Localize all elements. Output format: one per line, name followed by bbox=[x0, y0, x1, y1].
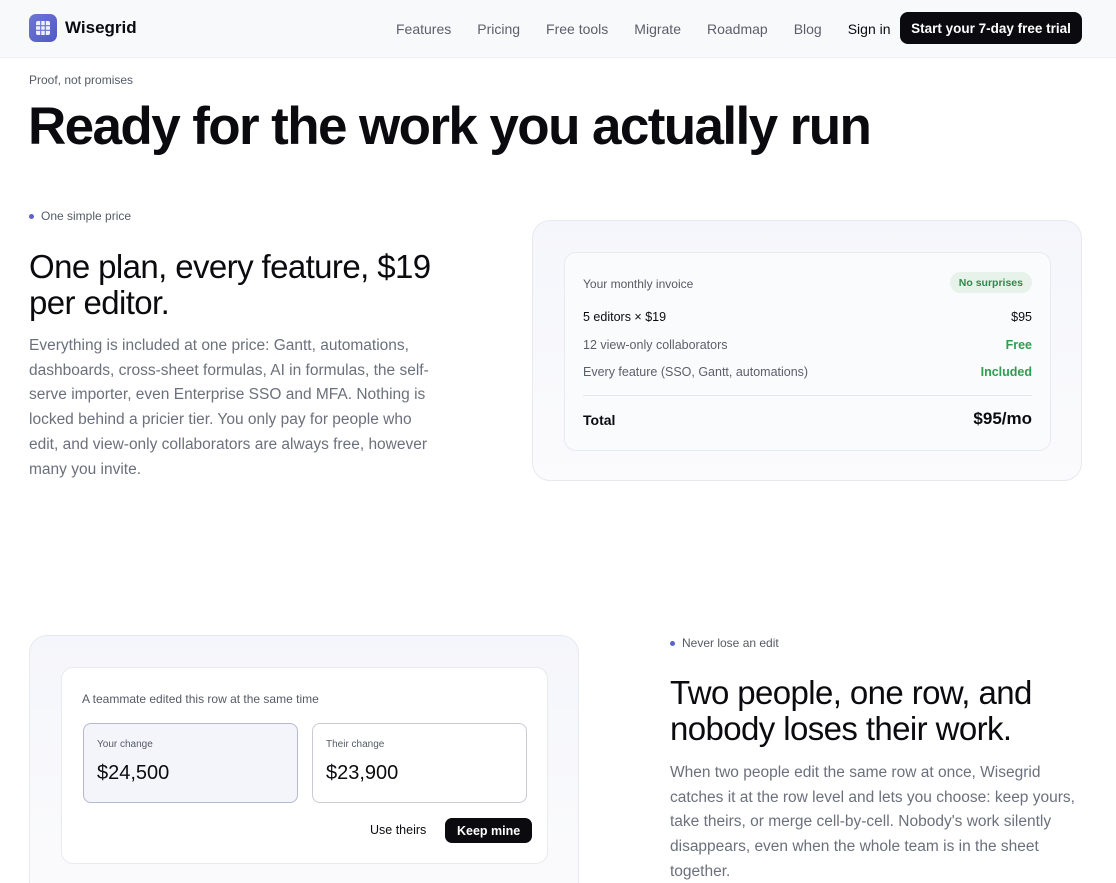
brand-name: Wisegrid bbox=[65, 18, 137, 37]
nav-link-free-tools[interactable]: Free tools bbox=[546, 21, 608, 37]
conflict-description: When two people edit the same row at onc… bbox=[670, 764, 1075, 880]
invoice-row-value: $95 bbox=[1011, 310, 1032, 324]
main-nav: Features Pricing Free tools Migrate Road… bbox=[396, 0, 891, 58]
hero-title: Ready for the work you actually run bbox=[28, 97, 872, 156]
nav-link-features[interactable]: Features bbox=[396, 21, 451, 37]
nav-link-blog[interactable]: Blog bbox=[794, 21, 822, 37]
conflict-card-frame: A teammate edited this row at the same t… bbox=[29, 635, 579, 883]
nav-link-pricing[interactable]: Pricing bbox=[477, 21, 520, 37]
sign-in-link[interactable]: Sign in bbox=[848, 21, 891, 37]
pricing-tag: One simple price bbox=[29, 209, 131, 223]
nav-link-roadmap[interactable]: Roadmap bbox=[707, 21, 768, 37]
your-change-value: $24,500 bbox=[97, 762, 170, 784]
bullet-dot-icon bbox=[670, 640, 675, 646]
invoice-row-label: 12 view-only collaborators bbox=[583, 338, 728, 352]
invoice-row-label: Every feature (SSO, Gantt, automations) bbox=[583, 365, 809, 379]
conflict-card: A teammate edited this row at the same t… bbox=[61, 667, 548, 864]
invoice-row-collaborators: 12 view-only collaborators Free bbox=[583, 338, 1032, 352]
no-surprises-badge: No surprises bbox=[949, 272, 1032, 293]
keep-mine-button[interactable]: Keep mine bbox=[445, 818, 533, 843]
pricing-description: Everything is included at one price: Gan… bbox=[29, 337, 429, 478]
their-change-option[interactable]: Their change $23,900 bbox=[312, 723, 527, 803]
grid-logo-icon bbox=[29, 14, 57, 42]
invoice-row-value: Included bbox=[980, 365, 1032, 379]
start-free-trial-button[interactable]: Start your 7-day free trial bbox=[900, 12, 1082, 44]
invoice-total-label: Total bbox=[583, 412, 616, 428]
use-theirs-button[interactable]: Use theirs bbox=[370, 823, 426, 837]
invoice-card-frame: Your monthly invoice No surprises 5 edit… bbox=[532, 220, 1082, 481]
their-change-value: $23,900 bbox=[326, 762, 399, 784]
pricing-tag-label: One simple price bbox=[41, 209, 132, 223]
invoice-divider bbox=[583, 395, 1032, 396]
hero-eyebrow: Proof, not promises bbox=[29, 73, 134, 87]
conflict-heading: A teammate edited this row at the same t… bbox=[82, 692, 319, 706]
invoice-heading: Your monthly invoice bbox=[583, 277, 694, 291]
invoice-card: Your monthly invoice No surprises 5 edit… bbox=[564, 252, 1051, 451]
invoice-row-features: Every feature (SSO, Gantt, automations) … bbox=[583, 365, 1032, 379]
pricing-title: One plan, every feature, $19 per editor. bbox=[29, 248, 431, 321]
invoice-row-editors: 5 editors × $19 $95 bbox=[583, 310, 1032, 324]
bullet-dot-icon bbox=[29, 213, 34, 219]
your-change-label: Your change bbox=[97, 739, 153, 750]
brand-home-link[interactable]: Wisegrid bbox=[29, 14, 137, 42]
nav-link-migrate[interactable]: Migrate bbox=[634, 21, 681, 37]
invoice-total-value: $95/mo bbox=[973, 409, 1032, 428]
conflict-title: Two people, one row, and nobody loses th… bbox=[670, 674, 1032, 747]
conflict-tag-label: Never lose an edit bbox=[682, 636, 779, 650]
invoice-row-label: 5 editors × $19 bbox=[583, 310, 667, 324]
invoice-row-value: Free bbox=[1005, 338, 1032, 352]
conflict-tag: Never lose an edit bbox=[670, 636, 779, 650]
their-change-label: Their change bbox=[326, 739, 385, 750]
top-navigation-bar: Wisegrid Features Pricing Free tools Mig… bbox=[0, 0, 1116, 58]
your-change-option[interactable]: Your change $24,500 bbox=[83, 723, 298, 803]
